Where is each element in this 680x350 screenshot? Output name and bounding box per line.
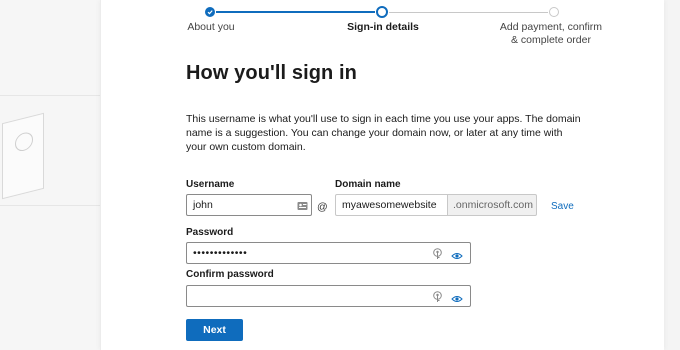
- step-label-payment-line2: & complete order: [511, 34, 591, 46]
- step-label-sign-in-details: Sign-in details: [347, 21, 419, 33]
- page-description: This username is what you'll use to sign…: [186, 113, 581, 153]
- at-symbol: @: [317, 201, 328, 213]
- background-left: [0, 0, 100, 350]
- save-domain-link[interactable]: Save: [551, 201, 574, 212]
- stepper-line-complete: [216, 11, 375, 13]
- step-current-dot: [376, 6, 388, 18]
- next-button[interactable]: Next: [186, 319, 243, 341]
- step-upcoming-dot: [549, 7, 559, 17]
- username-label: Username: [186, 179, 235, 190]
- contact-card-icon: [297, 199, 308, 219]
- domain-suffix: .onmicrosoft.com: [448, 194, 537, 216]
- background-right: [663, 0, 680, 350]
- step-label-payment-line1: Add payment, confirm: [499, 21, 603, 33]
- key-icon[interactable]: [432, 290, 443, 310]
- domain-name-input[interactable]: myawesomewebsite: [335, 194, 448, 216]
- background-line: [0, 95, 100, 96]
- password-input[interactable]: •••••••••••••: [186, 242, 471, 264]
- eye-icon[interactable]: [451, 291, 463, 311]
- username-input[interactable]: john: [186, 194, 312, 216]
- background-line: [0, 205, 100, 206]
- eye-icon[interactable]: [451, 248, 463, 268]
- stepper-line-upcoming: [389, 12, 548, 13]
- confirm-password-input[interactable]: [186, 285, 471, 307]
- step-complete-checkmark-icon: [205, 7, 215, 17]
- domain-name-value: myawesomewebsite: [342, 199, 437, 211]
- key-icon[interactable]: [432, 247, 443, 267]
- domain-name-label: Domain name: [335, 179, 401, 190]
- confirm-password-label: Confirm password: [186, 269, 274, 280]
- id-card-illustration: [2, 112, 44, 200]
- username-value: john: [193, 199, 213, 211]
- page-title: How you'll sign in: [186, 62, 357, 84]
- step-label-payment: Add payment, confirm & complete order: [491, 21, 611, 47]
- step-label-about-you: About you: [187, 21, 235, 33]
- password-value: •••••••••••••: [193, 247, 248, 259]
- signup-panel: About you Sign-in details Add payment, c…: [100, 0, 664, 350]
- password-label: Password: [186, 227, 234, 238]
